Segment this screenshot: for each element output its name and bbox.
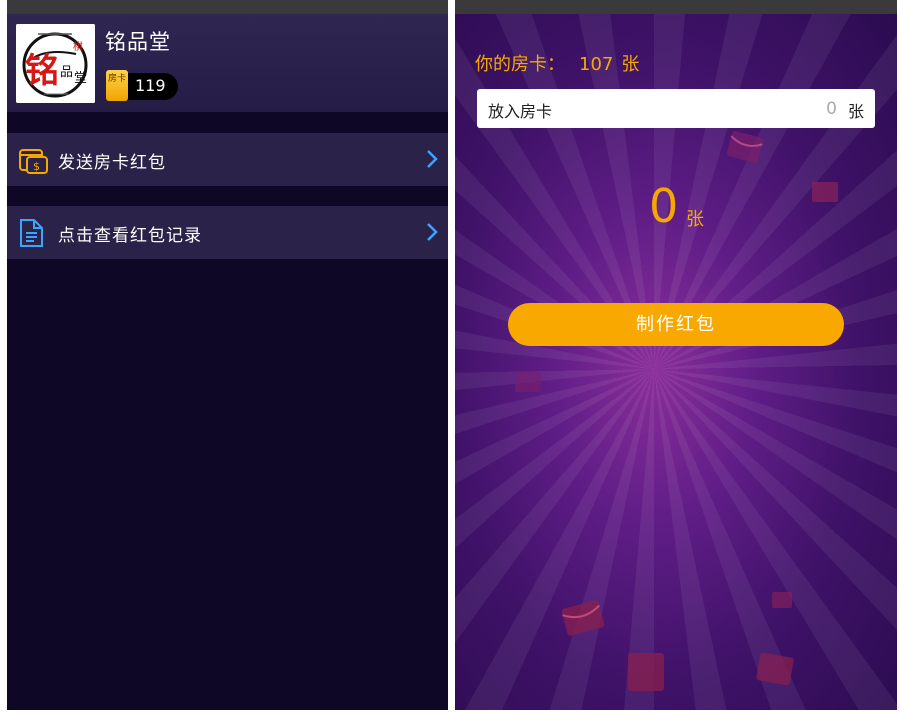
input-label: 放入房卡 [488,102,553,121]
my-cards-count: 107 [579,54,614,75]
svg-text:$: $ [33,160,40,173]
card-icon-text: 房卡 [107,74,126,84]
svg-text:棋: 棋 [73,40,83,53]
chevron-right-icon [426,222,438,246]
document-icon [17,218,45,252]
my-cards-summary: 你的房卡： 107 张 [475,50,639,76]
status-bar [455,0,897,14]
chevron-right-icon [426,149,438,173]
menu-item-label: 点击查看红包记录 [58,226,202,246]
amount-display: 0 [649,179,679,233]
menu-item-send-red-packet[interactable]: $ 发送房卡红包 [7,133,448,186]
nickname: 铭品堂 [105,30,171,54]
status-bar [7,0,448,14]
red-envelope-icon [756,652,794,686]
menu-item-red-packet-records[interactable]: 点击查看红包记录 [7,206,448,259]
red-envelope-icon [628,653,664,691]
card-amount-input[interactable]: 放入房卡 0 张 [477,89,875,128]
room-card-icon: 房卡 [106,70,128,101]
avatar[interactable]: 铭 品 堂 棋 [16,24,95,103]
menu-item-label: 发送房卡红包 [58,153,166,173]
red-envelope-icon [515,372,541,392]
svg-text:堂: 堂 [74,71,87,86]
gift-envelope-icon: $ [17,145,49,179]
card-count: 119 [135,76,166,95]
profile-header: 铭 品 堂 棋 铭品堂 房卡 119 [7,14,448,112]
right-screen: 你的房卡： 107 张 放入房卡 0 张 0 张 制作红包 [455,0,897,710]
svg-text:品: 品 [60,65,73,80]
my-cards-unit: 张 [621,54,640,75]
my-cards-label: 你的房卡： [475,54,565,75]
red-envelope-icon [772,592,792,608]
logo-icon: 铭 品 堂 棋 [16,24,95,103]
svg-text:铭: 铭 [25,51,59,91]
red-envelope-icon [726,130,764,164]
make-red-packet-button[interactable]: 制作红包 [508,303,844,346]
left-screen: 铭 品 堂 棋 铭品堂 房卡 119 $ 发送房卡红包 点击查看红包记录 [7,0,448,710]
input-value[interactable]: 0 [826,99,837,119]
red-envelope-icon [561,600,605,636]
amount-unit: 张 [686,209,704,230]
input-unit: 张 [847,102,864,121]
red-envelope-icon [812,182,838,202]
